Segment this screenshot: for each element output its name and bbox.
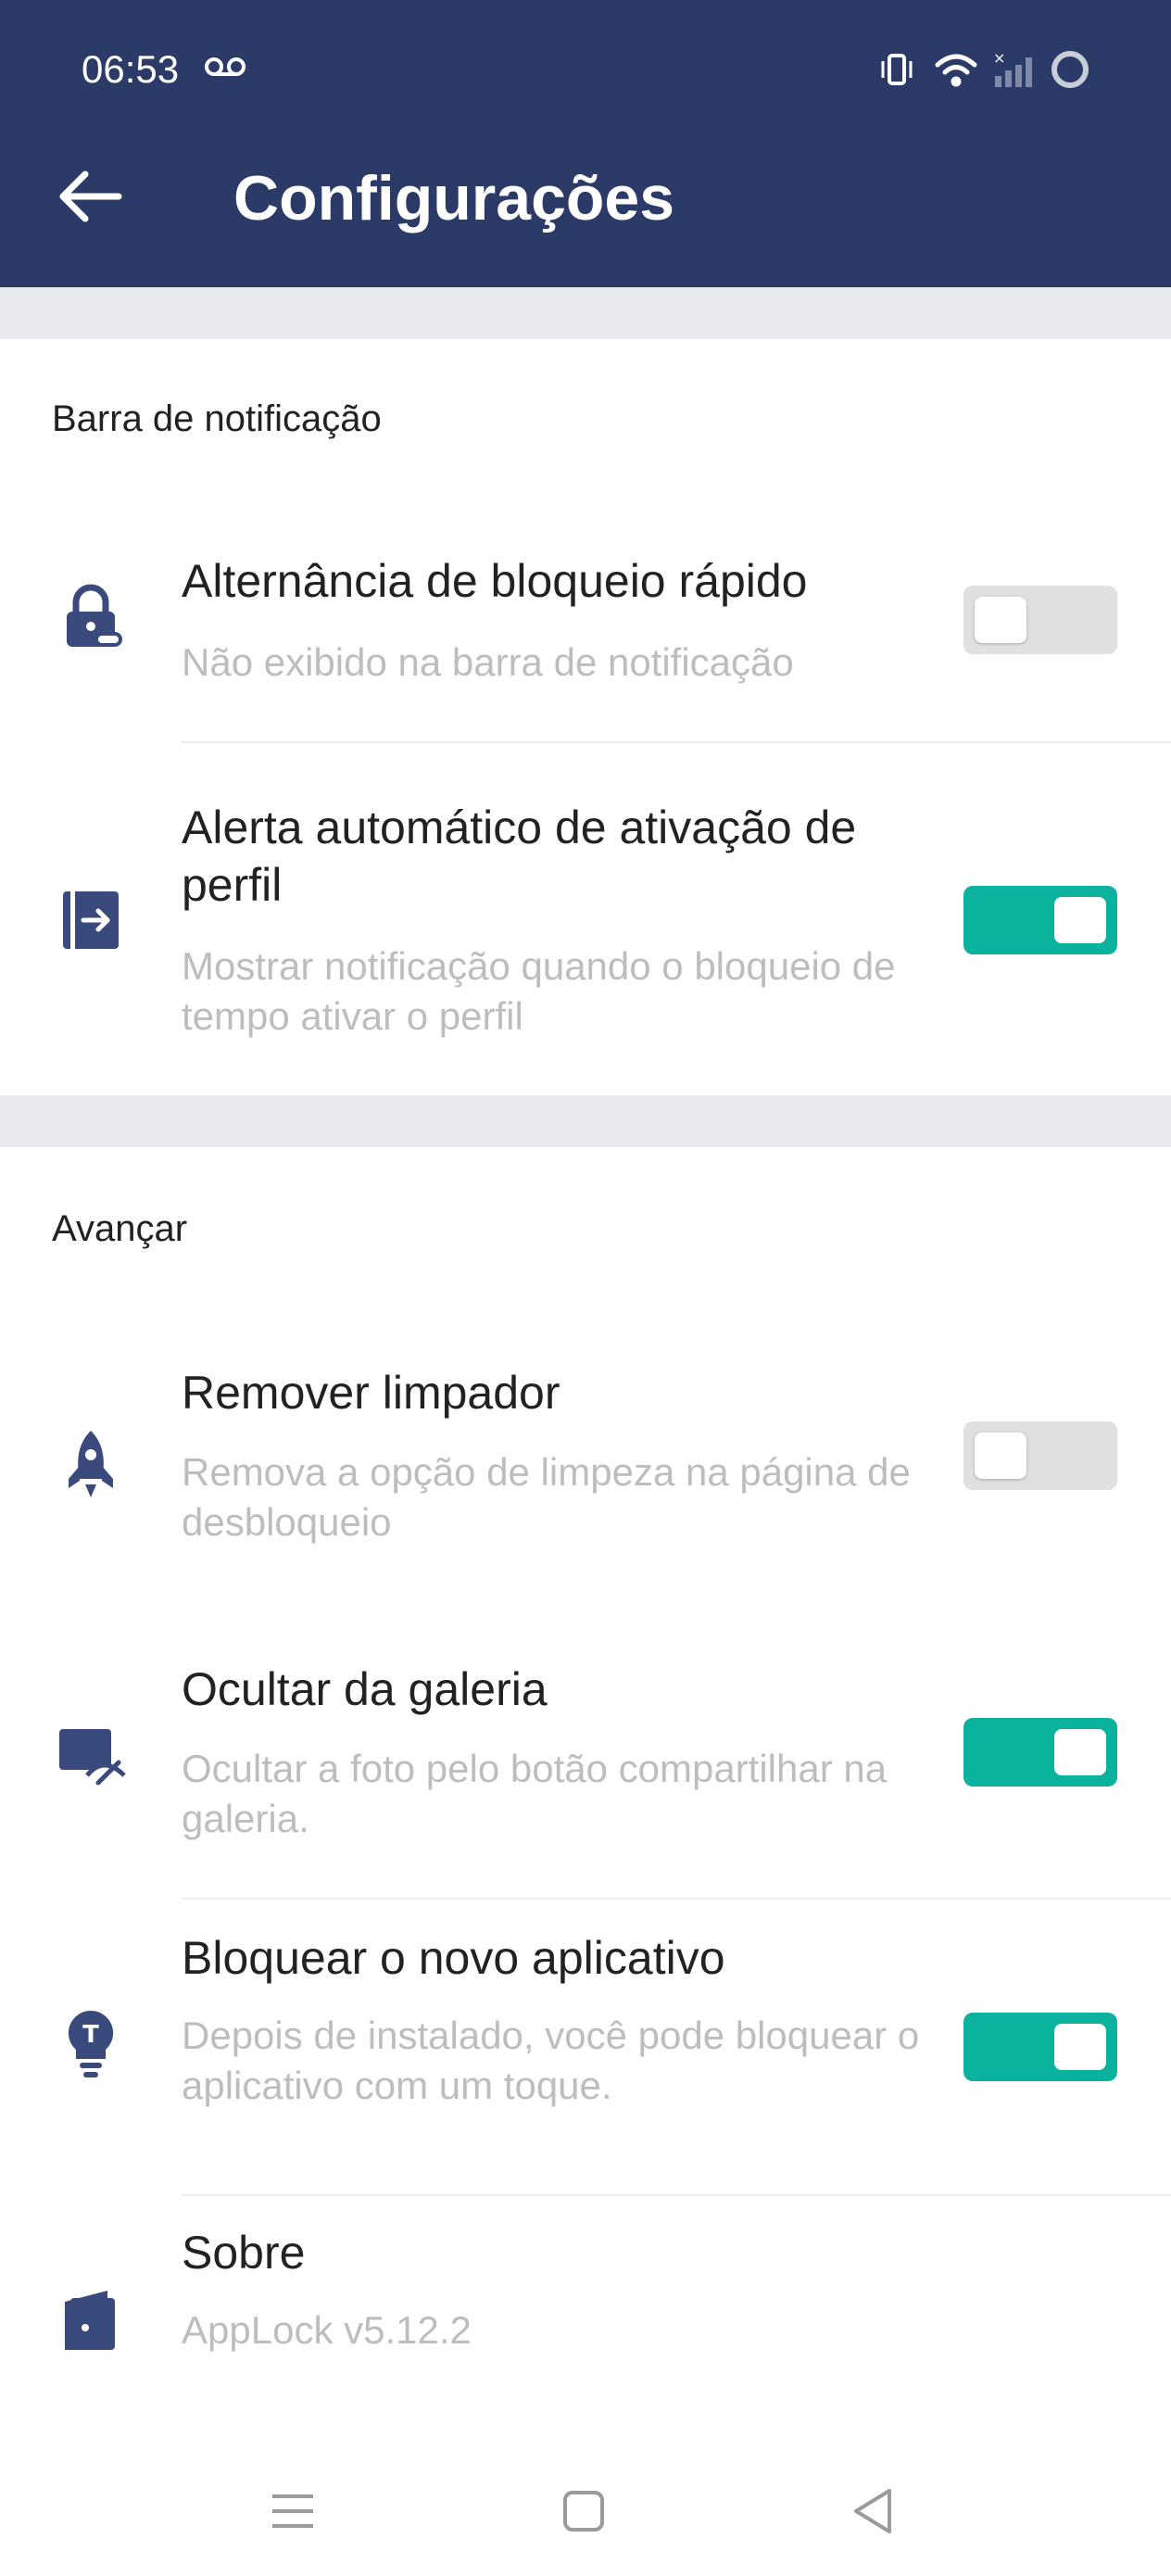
item-description: Não exibido na barra de notificação xyxy=(182,640,794,684)
switch-knob xyxy=(975,1433,1026,1479)
rocket-icon xyxy=(69,1431,113,1497)
item-description: Depois de instalado, você pode bloquear … xyxy=(182,2014,920,2107)
item-description: Mostrar notificação quando o bloqueio de… xyxy=(182,944,896,1038)
signal-icon: × xyxy=(993,49,1032,87)
hide-from-gallery-switch[interactable] xyxy=(963,1718,1117,1787)
section-label-advanced: Avançar xyxy=(52,1208,188,1249)
item-description: Remova a opção de limpeza na página de d… xyxy=(182,1450,911,1544)
back-nav-icon[interactable] xyxy=(836,2474,910,2548)
voicemail-icon xyxy=(205,57,246,76)
section-gap xyxy=(0,287,1171,339)
switch-knob xyxy=(975,597,1026,643)
item-title: Ocultar da galeria xyxy=(182,1663,548,1715)
remove-cleaner-switch[interactable] xyxy=(963,1421,1117,1490)
switch-knob xyxy=(1054,2024,1106,2070)
item-title: Sobre xyxy=(182,2227,306,2279)
setting-about[interactable]: Sobre AppLock v5.12.2 xyxy=(0,2196,1171,2418)
switch-knob xyxy=(1054,897,1106,943)
door-icon xyxy=(65,2291,115,2350)
system-navigation-bar xyxy=(0,2446,1171,2576)
menu-icon[interactable] xyxy=(256,2474,330,2548)
switch-knob xyxy=(1054,1729,1106,1775)
setting-profile-alert: Alerta automático de ativação de perfil … xyxy=(0,743,1171,1095)
status-time: 06:53 xyxy=(82,47,180,91)
setting-lock-new-app: T Bloquear o novo aplicativo Depois de i… xyxy=(0,1900,1171,2196)
hidden-image-icon xyxy=(59,1729,126,1786)
profile-alert-switch[interactable] xyxy=(963,886,1117,954)
setting-quick-lock-toggle: Alternância de bloqueio rápido Não exibi… xyxy=(0,519,1171,741)
profile-enter-icon xyxy=(63,891,119,949)
item-title: Alerta automático de ativação de perfil xyxy=(182,802,857,911)
status-icons: × xyxy=(881,49,1089,88)
app-header: 06:53 × Configurações xyxy=(0,0,1171,287)
wifi-icon xyxy=(935,54,977,87)
lock-icon xyxy=(67,584,122,647)
item-title: Bloquear o novo aplicativo xyxy=(182,1932,725,1984)
item-description: Ocultar a foto pelo botão compartilhar n… xyxy=(182,1747,888,1840)
battery-icon xyxy=(1051,51,1089,88)
svg-text:T: T xyxy=(82,2021,99,2049)
item-title: Alternância de bloqueio rápido xyxy=(182,555,808,607)
page-title: Configurações xyxy=(233,163,675,234)
app-version: AppLock v5.12.2 xyxy=(182,2308,472,2352)
section-label-notification-bar: Barra de notificação xyxy=(52,398,382,439)
quick-lock-switch[interactable] xyxy=(963,586,1117,654)
home-icon[interactable] xyxy=(547,2474,621,2548)
section-gap xyxy=(0,1095,1171,1147)
lightbulb-icon: T xyxy=(68,2010,114,2077)
item-title: Remover limpador xyxy=(182,1367,560,1419)
lock-new-app-switch[interactable] xyxy=(963,2013,1117,2081)
vibrate-icon xyxy=(881,54,913,85)
svg-text:×: × xyxy=(993,49,1005,67)
back-button[interactable] xyxy=(54,159,128,234)
setting-remove-cleaner: Remover limpador Remova a opção de limpe… xyxy=(0,1334,1171,1631)
setting-hide-from-gallery: Ocultar da galeria Ocultar a foto pelo b… xyxy=(0,1631,1171,1900)
